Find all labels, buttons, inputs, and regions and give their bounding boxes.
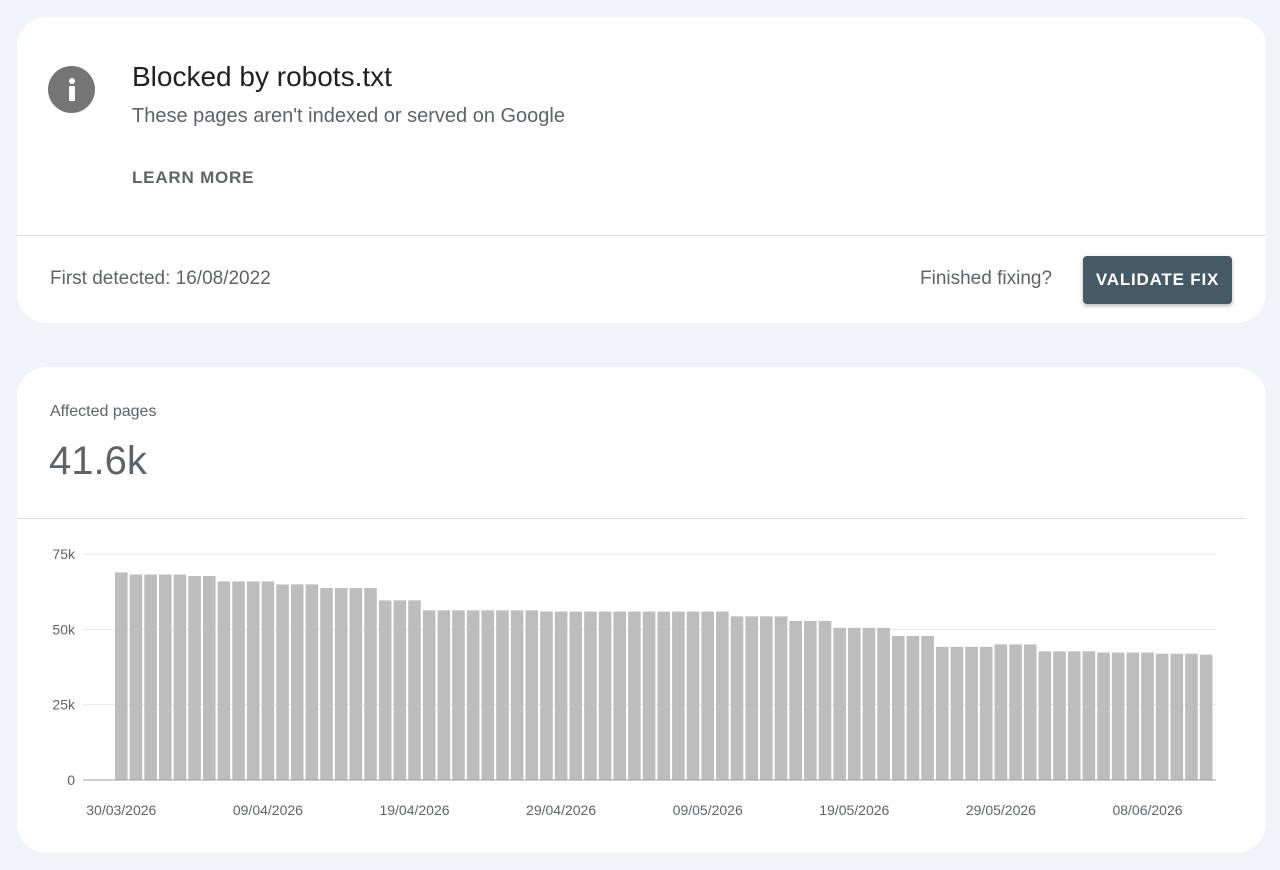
chart-bar[interactable]: [950, 646, 964, 780]
chart-bar[interactable]: [730, 616, 744, 780]
chart-bar[interactable]: [144, 574, 157, 780]
first-detected-text: First detected: 16/08/2022: [50, 268, 271, 289]
x-tick-label: 30/03/2026: [86, 802, 156, 818]
chart-bar[interactable]: [1067, 651, 1081, 780]
chart-bar[interactable]: [481, 610, 495, 780]
chart-bar[interactable]: [408, 600, 421, 780]
chart-bar[interactable]: [378, 600, 392, 780]
chart-bar[interactable]: [276, 584, 289, 780]
x-tick-label: 19/05/2026: [819, 802, 889, 818]
chart-bar[interactable]: [437, 610, 451, 780]
chart-bar[interactable]: [789, 620, 802, 780]
chart-bar[interactable]: [584, 611, 597, 780]
chart-bar[interactable]: [891, 635, 905, 780]
chart-bar[interactable]: [158, 574, 172, 780]
chart-bar[interactable]: [745, 616, 758, 780]
chart-bar[interactable]: [1141, 652, 1154, 780]
chart-bar[interactable]: [833, 627, 846, 780]
chart-bar[interactable]: [496, 610, 509, 780]
x-tick-label: 09/05/2026: [673, 802, 743, 818]
chart-bar[interactable]: [115, 572, 128, 780]
chart-bar[interactable]: [261, 581, 275, 780]
chart-bar[interactable]: [452, 610, 465, 780]
chart-bar[interactable]: [716, 611, 729, 780]
chart-bar[interactable]: [935, 646, 949, 780]
chart-bar[interactable]: [217, 581, 231, 780]
chart-bar[interactable]: [129, 574, 143, 780]
chart-bar[interactable]: [657, 611, 671, 780]
chart-bar[interactable]: [349, 588, 363, 780]
y-tick-label: 50k: [52, 621, 76, 637]
chart-bar[interactable]: [232, 581, 245, 780]
affected-pages-card: Affected pages 41.6k 0 25k 50k 75k 30/03/202…: [17, 367, 1266, 853]
chart-bar[interactable]: [188, 576, 201, 780]
info-icon: [48, 66, 95, 113]
chart-bar[interactable]: [554, 611, 568, 780]
chart-bar[interactable]: [1170, 653, 1184, 780]
x-tick-label: 29/04/2026: [526, 802, 596, 818]
chart-bar[interactable]: [628, 611, 641, 780]
chart-bar[interactable]: [1053, 651, 1066, 780]
chart-bar[interactable]: [1082, 651, 1096, 780]
chart-bar[interactable]: [1023, 644, 1037, 780]
chart-bar[interactable]: [774, 616, 788, 780]
x-tick-label: 09/04/2026: [233, 802, 303, 818]
chart-bar[interactable]: [202, 576, 216, 780]
chart-bar[interactable]: [1199, 654, 1213, 780]
validate-fix-button[interactable]: VALIDATE FIX: [1083, 256, 1232, 304]
chart-bar[interactable]: [364, 588, 377, 780]
learn-more-link[interactable]: LEARN MORE: [132, 168, 254, 188]
chart-bar[interactable]: [540, 611, 553, 780]
chart-bars: [115, 572, 1213, 780]
chart-bar[interactable]: [994, 644, 1008, 780]
chart-bar[interactable]: [1038, 651, 1052, 780]
chart-bar[interactable]: [672, 611, 685, 780]
chart-bar[interactable]: [173, 574, 187, 780]
chart-bar[interactable]: [686, 611, 700, 780]
y-tick-label: 0: [67, 772, 75, 788]
issue-title: Blocked by robots.txt: [132, 61, 392, 92]
chart-bar[interactable]: [246, 581, 260, 780]
chart-bar[interactable]: [979, 646, 993, 780]
x-tick-label: 29/05/2026: [966, 802, 1036, 818]
chart-bar[interactable]: [760, 616, 773, 780]
chart-bar[interactable]: [906, 635, 920, 780]
issue-divider: [17, 235, 1266, 236]
chart-bar[interactable]: [804, 620, 817, 780]
y-tick-label: 25k: [52, 697, 76, 713]
y-tick-label: 75k: [52, 546, 76, 562]
x-tick-label: 08/06/2026: [1112, 802, 1182, 818]
chart-bar[interactable]: [393, 600, 407, 780]
finished-fixing-text: Finished fixing?: [920, 268, 1053, 289]
chart-bar[interactable]: [290, 584, 304, 780]
chart-bar[interactable]: [320, 588, 333, 780]
chart-bar[interactable]: [921, 635, 934, 780]
chart-bar[interactable]: [466, 610, 480, 780]
chart-bar[interactable]: [598, 611, 612, 780]
chart-bar[interactable]: [613, 611, 627, 780]
chart-bar[interactable]: [1097, 652, 1110, 780]
chart-bar[interactable]: [569, 611, 583, 780]
chart-bar[interactable]: [1185, 653, 1198, 780]
issue-subtitle: These pages aren't indexed or served on …: [132, 105, 565, 127]
chart-bar[interactable]: [510, 610, 524, 780]
chart-bar[interactable]: [1126, 652, 1140, 780]
chart-bar[interactable]: [305, 584, 319, 780]
chart-bar[interactable]: [701, 611, 714, 780]
chart-bar[interactable]: [862, 627, 876, 780]
chart-bar[interactable]: [1009, 644, 1022, 780]
chart-bar[interactable]: [525, 610, 539, 780]
chart-bar[interactable]: [422, 610, 436, 780]
chart-bar[interactable]: [1111, 652, 1125, 780]
chart-bar[interactable]: [1155, 653, 1169, 780]
affected-pages-chart: 0 25k 50k 75k 30/03/2026 09/04/2026 19/04/2026…: [52, 546, 1216, 818]
chart-bar[interactable]: [965, 646, 978, 780]
chart-bar[interactable]: [818, 620, 832, 780]
chart-bar[interactable]: [877, 627, 890, 780]
chart-bar[interactable]: [642, 611, 656, 780]
issue-card: Blocked by robots.txt These pages aren't…: [17, 17, 1266, 323]
x-tick-label: 19/04/2026: [379, 802, 449, 818]
chart-bar[interactable]: [848, 627, 861, 780]
chart-bar[interactable]: [334, 588, 348, 780]
